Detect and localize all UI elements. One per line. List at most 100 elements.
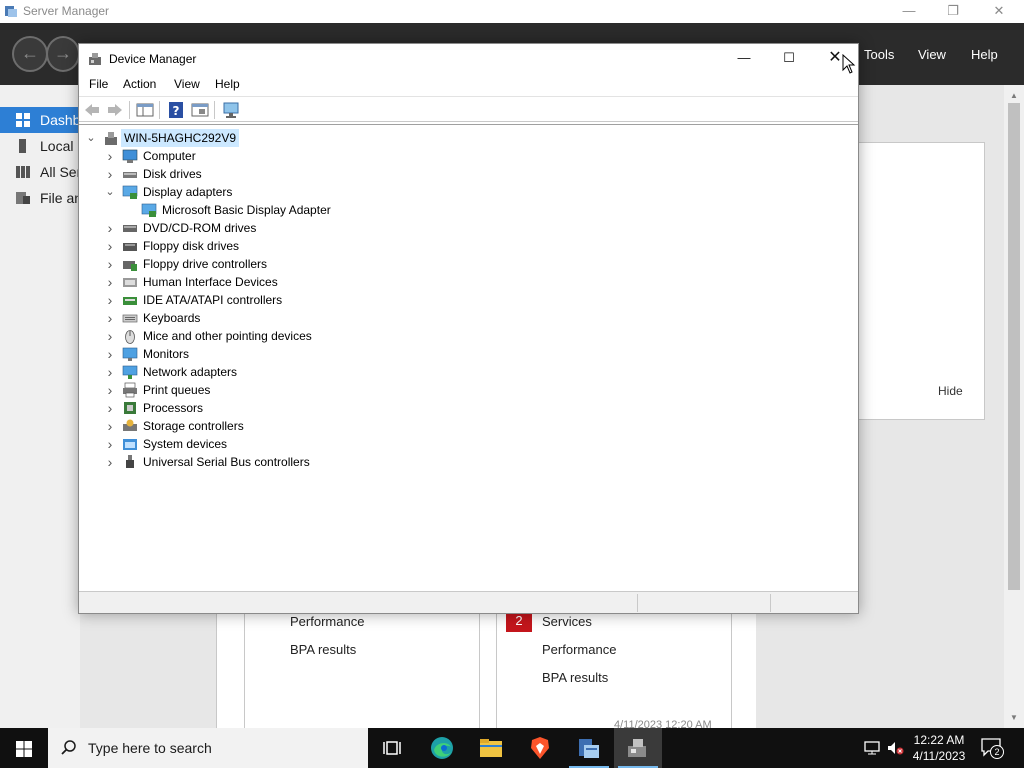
tree-category-label: Processors [143,401,204,415]
computer-root-icon [103,130,119,146]
tree-category-label: Floppy drive controllers [143,257,268,271]
expand-chevron-icon[interactable]: › [104,219,116,237]
tree-category-human-interface-devices[interactable]: › Human Interface Devices [79,273,479,291]
start-button[interactable] [0,728,48,768]
tree-category-network-adapters[interactable]: › Network adapters [79,363,479,381]
dm-minimize-button[interactable]: — [721,44,767,74]
back-button[interactable]: ← [12,36,48,72]
menu-tools[interactable]: Tools [864,47,894,62]
tile-right-bpa-results[interactable]: BPA results [542,670,608,685]
tree-category-label: Disk drives [143,167,202,181]
sidebar-item-dashboard[interactable]: Dashboard [0,107,80,133]
forward-arrow-icon[interactable] [106,101,124,119]
collapse-chevron-icon[interactable]: ⌄ [85,129,97,147]
display-adapter-icon [141,202,157,218]
notifications-button[interactable]: 2 [980,737,1004,759]
tree-category-computer[interactable]: › Computer [79,147,479,165]
forward-button[interactable]: → [46,36,80,72]
dm-titlebar[interactable]: Device Manager — ☐ ✕ [79,44,858,74]
dm-menu-view[interactable]: View [174,77,200,91]
server-tile-left [244,613,480,728]
tree-category-label: System devices [143,437,228,451]
sidebar-item-local-server[interactable]: Local Server [0,133,80,159]
tree-category-label: Mice and other pointing devices [143,329,312,343]
server-manager-app-icon [5,6,17,17]
taskbar-search-box[interactable]: Type here to search [48,728,368,768]
menu-help[interactable]: Help [971,47,998,62]
tree-category-universal-serial-bus-controllers[interactable]: › Universal Serial Bus controllers [79,453,479,471]
tree-category-dvd-cd-rom-drives[interactable]: › DVD/CD-ROM drives [79,219,479,237]
tree-category-system-devices[interactable]: › System devices [79,435,479,453]
welcome-hide-link[interactable]: Hide [938,384,963,398]
tree-category-mice-and-other-pointing-devices[interactable]: › Mice and other pointing devices [79,327,479,345]
tree-category-label: Floppy disk drives [143,239,240,253]
file-explorer-button[interactable] [467,728,515,768]
sm-minimize-button[interactable]: — [886,0,932,23]
status-separator [770,594,771,612]
scroll-up-arrow-icon[interactable]: ▲ [1009,91,1019,100]
expand-chevron-icon[interactable]: › [104,237,116,255]
dm-menu-file[interactable]: File [89,77,108,91]
tree-category-label: IDE ATA/ATAPI controllers [143,293,283,307]
tile-right-services[interactable]: Services [542,614,592,629]
sm-close-button[interactable]: ✕ [976,0,1022,23]
sidebar-item-all-servers[interactable]: All Servers [0,159,80,185]
menu-view[interactable]: View [918,47,946,62]
collapse-chevron-icon[interactable]: ⌄ [104,183,116,201]
scan-hardware-icon[interactable] [222,101,240,119]
tile-right-performance[interactable]: Performance [542,642,616,657]
tree-category-display-adapters[interactable]: ⌄ Display adapters [79,183,479,201]
expand-chevron-icon[interactable]: › [104,255,116,273]
ide-icon [122,292,138,308]
expand-chevron-icon[interactable]: › [104,417,116,435]
sidebar-item-file-storage[interactable]: File and Storage Services [0,185,80,211]
edge-button[interactable] [418,728,466,768]
expand-chevron-icon[interactable]: › [104,165,116,183]
properties-pane-icon[interactable] [136,101,154,119]
expand-chevron-icon[interactable]: › [104,363,116,381]
expand-chevron-icon[interactable]: › [104,147,116,165]
sm-restore-button[interactable]: ❐ [930,0,976,23]
network-icon[interactable] [863,740,881,756]
task-view-button[interactable] [368,728,416,768]
tree-category-processors[interactable]: › Processors [79,399,479,417]
device-manager-button[interactable] [614,728,662,768]
dm-maximize-button[interactable]: ☐ [766,44,812,74]
volume-muted-icon[interactable] [886,740,904,756]
expand-chevron-icon[interactable]: › [104,381,116,399]
expand-chevron-icon[interactable]: › [104,327,116,345]
back-arrow-icon[interactable] [83,101,101,119]
expand-chevron-icon[interactable]: › [104,273,116,291]
tree-category-disk-drives[interactable]: › Disk drives [79,165,479,183]
help-icon[interactable]: ? [167,101,185,119]
tree-root[interactable]: ⌄ WIN-5HAGHC292V9 [79,129,379,147]
expand-chevron-icon[interactable]: › [104,399,116,417]
scroll-thumb[interactable] [1008,103,1020,590]
expand-chevron-icon[interactable]: › [104,453,116,471]
tile-left-performance[interactable]: Performance [290,614,364,629]
device-manager-icon [89,53,101,65]
search-placeholder: Type here to search [88,740,212,756]
tree-category-label: Keyboards [143,311,201,325]
action-pane-icon[interactable] [191,101,209,119]
tree-category-floppy-drive-controllers[interactable]: › Floppy drive controllers [79,255,479,273]
clock[interactable]: 12:22 AM 4/11/2023 [904,732,974,764]
tile-left-bpa-results[interactable]: BPA results [290,642,356,657]
dm-menu-action[interactable]: Action [123,77,156,91]
tree-category-monitors[interactable]: › Monitors [79,345,479,363]
expand-chevron-icon[interactable]: › [104,435,116,453]
tree-category-ide-ata-atapi-controllers[interactable]: › IDE ATA/ATAPI controllers [79,291,479,309]
tree-category-storage-controllers[interactable]: › Storage controllers [79,417,479,435]
tree-category-keyboards[interactable]: › Keyboards [79,309,479,327]
tree-category-print-queues[interactable]: › Print queues [79,381,479,399]
scroll-down-arrow-icon[interactable]: ▼ [1009,713,1019,722]
brave-button[interactable] [516,728,564,768]
expand-chevron-icon[interactable]: › [104,309,116,327]
server-manager-button[interactable] [565,728,613,768]
tree-category-floppy-disk-drives[interactable]: › Floppy disk drives [79,237,479,255]
sm-vertical-scrollbar[interactable]: ▲ ▼ [1004,85,1024,728]
dm-menu-help[interactable]: Help [215,77,240,91]
tree-device-item[interactable]: Microsoft Basic Display Adapter [79,201,479,219]
expand-chevron-icon[interactable]: › [104,345,116,363]
expand-chevron-icon[interactable]: › [104,291,116,309]
